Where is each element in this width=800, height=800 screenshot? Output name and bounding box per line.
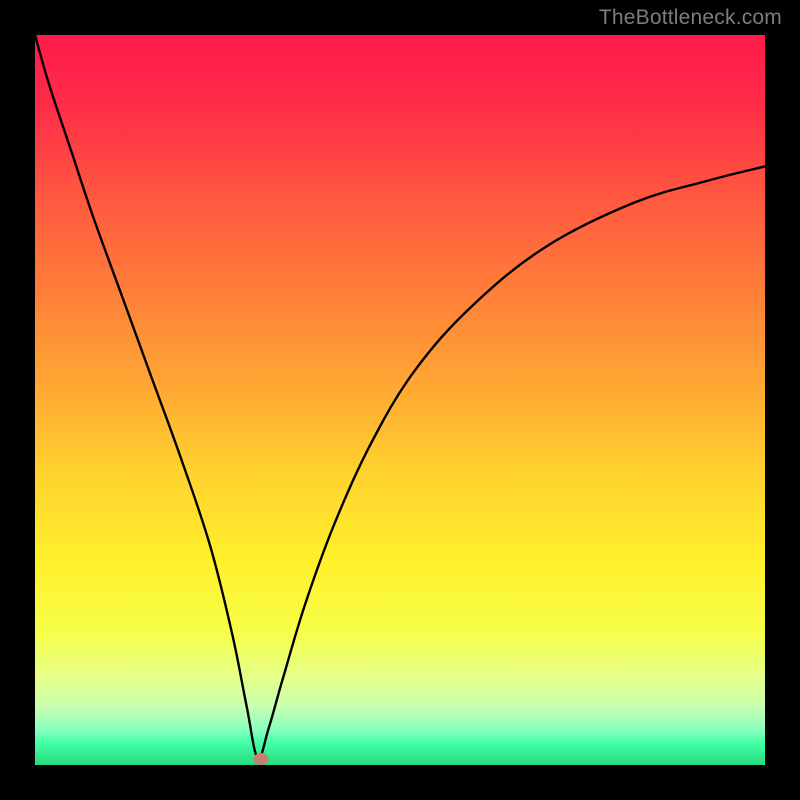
chart-frame: TheBottleneck.com	[0, 0, 800, 800]
plot-area	[35, 35, 765, 765]
optimal-point-marker	[254, 753, 269, 765]
watermark-text: TheBottleneck.com	[599, 6, 782, 30]
bottleneck-curve	[35, 35, 765, 765]
